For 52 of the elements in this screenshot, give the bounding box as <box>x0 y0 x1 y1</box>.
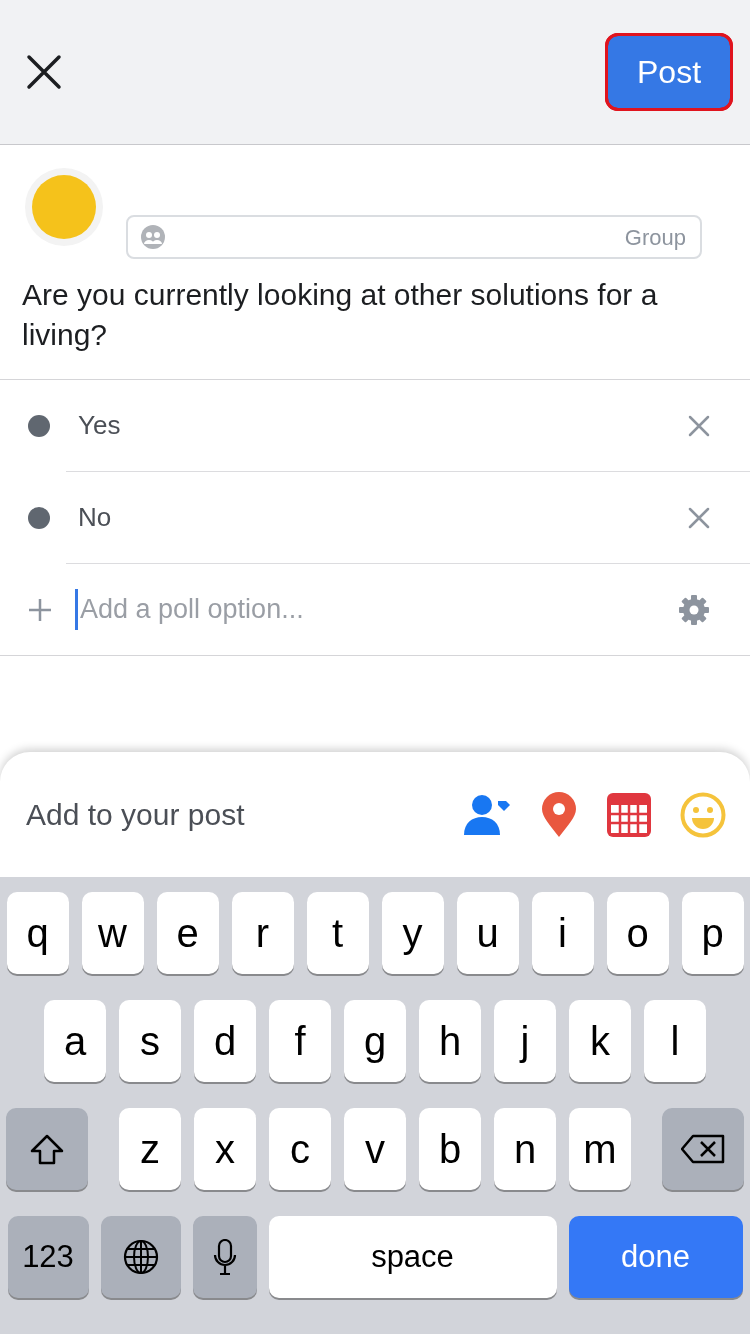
poll-option-field[interactable]: Add a poll option... <box>75 589 678 630</box>
numbers-key[interactable]: 123 <box>7 1216 89 1298</box>
audience-label: Group <box>624 223 686 252</box>
letter-key[interactable]: p <box>681 892 744 974</box>
letter-key[interactable]: q <box>6 892 69 974</box>
letter-key[interactable]: o <box>606 892 669 974</box>
letter-key[interactable]: m <box>569 1108 631 1190</box>
globe-key[interactable] <box>100 1216 181 1298</box>
calendar-icon[interactable] <box>606 791 652 838</box>
letter-key[interactable]: b <box>419 1108 481 1190</box>
bullet-icon <box>28 506 50 529</box>
done-key[interactable]: done <box>568 1216 743 1298</box>
close-icon[interactable] <box>26 54 62 90</box>
microphone-key[interactable] <box>192 1216 257 1298</box>
letter-key[interactable]: u <box>456 892 519 974</box>
location-icon[interactable] <box>540 791 578 838</box>
settings-icon[interactable] <box>678 593 710 626</box>
letter-key[interactable]: n <box>494 1108 556 1190</box>
letter-key[interactable]: y <box>381 892 444 974</box>
letter-key[interactable]: r <box>231 892 294 974</box>
poll-option: Yes <box>50 406 688 445</box>
microphone-icon <box>212 1238 237 1276</box>
letter-key[interactable]: a <box>44 1000 106 1082</box>
globe-icon <box>122 1239 159 1275</box>
poll-option: No <box>50 498 688 537</box>
post-button[interactable]: Post <box>608 36 730 108</box>
letter-key[interactable]: i <box>531 892 594 974</box>
letter-key[interactable]: w <box>81 892 144 974</box>
letter-key[interactable]: t <box>306 892 369 974</box>
tag-people-icon[interactable] <box>462 792 512 837</box>
letter-key[interactable]: d <box>194 1000 256 1082</box>
question-text: Are you currently looking at other solutions for a living? <box>0 259 750 380</box>
letter-key[interactable]: l <box>644 1000 706 1082</box>
letter-key[interactable]: g <box>344 1000 406 1082</box>
letter-key[interactable]: x <box>194 1108 256 1190</box>
shift-key[interactable] <box>6 1108 88 1190</box>
letter-key[interactable]: f <box>269 1000 331 1082</box>
letter-key[interactable]: s <box>119 1000 181 1082</box>
letter-key[interactable]: k <box>569 1000 631 1082</box>
letter-key[interactable]: z <box>119 1108 181 1190</box>
letter-key[interactable]: j <box>494 1000 556 1082</box>
letter-key[interactable]: v <box>344 1108 406 1190</box>
bullet-icon <box>28 414 50 437</box>
space-key[interactable]: space <box>268 1216 557 1298</box>
letter-key[interactable]: c <box>269 1108 331 1190</box>
add-to-post-label: Add to your post <box>26 797 246 833</box>
letter-key[interactable]: h <box>419 1000 481 1082</box>
letter-key[interactable]: e <box>156 892 219 974</box>
delete-key[interactable] <box>662 1108 744 1190</box>
shift-icon <box>29 1132 65 1166</box>
plus-icon[interactable] <box>28 597 52 622</box>
group-icon <box>140 224 166 250</box>
